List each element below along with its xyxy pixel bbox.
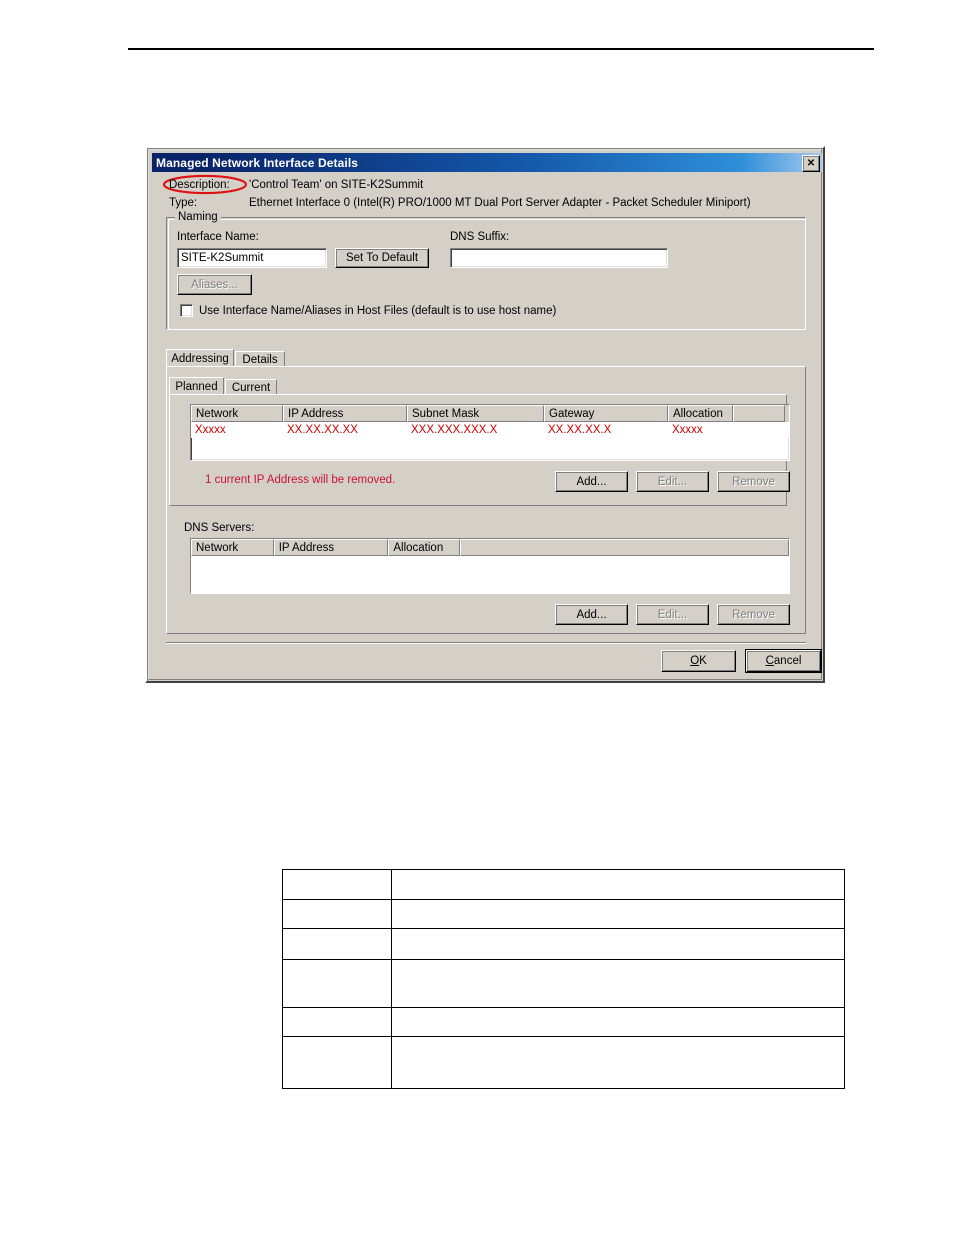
interface-name-label: Interface Name: <box>177 231 259 243</box>
aliases-button[interactable]: Aliases... <box>177 274 252 295</box>
inner-tabstrip: Planned Current <box>169 377 789 396</box>
document-table-body <box>282 869 845 1089</box>
dns-add-button[interactable]: Add... <box>555 604 628 625</box>
column-header-gateway[interactable]: Gateway <box>544 405 668 422</box>
cancel-rest: ancel <box>773 655 802 667</box>
dns-remove-button[interactable]: Remove <box>717 604 790 625</box>
cell-subnet-mask: XXX.XXX.XXX.X <box>411 424 498 436</box>
page-header-rule <box>128 48 874 50</box>
table-cell-label <box>282 928 392 960</box>
cancel-button-label: Cancel <box>766 655 802 667</box>
ip-removal-warning: 1 current IP Address will be removed. <box>205 474 396 486</box>
dns-listview-body <box>191 556 789 593</box>
use-interface-name-label: Use Interface Name/Aliases in Host Files… <box>199 304 557 317</box>
ok-button[interactable]: OK <box>661 650 736 672</box>
addressing-remove-button[interactable]: Remove <box>717 471 790 492</box>
document-table <box>282 869 845 1089</box>
table-cell-value <box>391 869 845 900</box>
set-to-default-button[interactable]: Set To Default <box>335 248 429 268</box>
dialog-titlebar[interactable]: Managed Network Interface Details ✕ <box>152 153 822 172</box>
table-cell-value <box>391 1007 845 1037</box>
naming-groupbox: Naming Interface Name: SITE-K2Summit Set… <box>166 211 806 330</box>
column-header-filler[interactable] <box>733 405 785 422</box>
table-row[interactable]: Xxxxx XX.XX.XX.XX XXX.XXX.XXX.X XX.XX.XX… <box>191 422 789 438</box>
dns-column-header-network[interactable]: Network <box>191 539 274 556</box>
table-cell-value <box>391 1036 845 1089</box>
outer-tabstrip: Addressing Details <box>166 349 806 368</box>
dns-column-header-ip-address[interactable]: IP Address <box>273 539 389 556</box>
type-label: Type: <box>169 197 198 209</box>
cancel-button[interactable]: Cancel <box>745 649 822 673</box>
column-header-network[interactable]: Network <box>191 405 283 422</box>
dns-servers-listview[interactable]: Network IP Address Allocation <box>190 538 790 594</box>
table-row <box>282 869 845 900</box>
dns-servers-label: DNS Servers: <box>184 522 255 534</box>
description-value: 'Control Team' on SITE-K2Summit <box>249 179 424 191</box>
addressing-listview-header: Network IP Address Subnet Mask Gateway A… <box>191 405 789 422</box>
table-row <box>282 899 845 929</box>
addressing-add-button[interactable]: Add... <box>555 471 628 492</box>
table-cell-label <box>282 1007 392 1037</box>
cell-allocation: Xxxxx <box>672 424 703 436</box>
table-cell-label <box>282 959 392 1008</box>
managed-network-interface-details-dialog: Managed Network Interface Details ✕ Desc… <box>145 146 825 683</box>
table-cell-value <box>391 899 845 929</box>
table-row <box>282 1036 845 1089</box>
dns-column-header-filler[interactable] <box>460 539 789 556</box>
dialog-client-area: Managed Network Interface Details ✕ Desc… <box>148 149 822 680</box>
cell-gateway: XX.XX.XX.X <box>548 424 612 436</box>
cancel-accesskey: C <box>765 655 774 667</box>
use-interface-name-checkbox[interactable] <box>180 304 193 317</box>
dns-edit-button[interactable]: Edit... <box>636 604 709 625</box>
addressing-edit-button[interactable]: Edit... <box>636 471 709 492</box>
dns-listview-header: Network IP Address Allocation <box>191 539 789 556</box>
ok-accesskey: O <box>690 655 700 667</box>
interface-name-input[interactable]: SITE-K2Summit <box>177 248 327 268</box>
description-label: Description: <box>169 179 230 191</box>
addressing-listview[interactable]: Network IP Address Subnet Mask Gateway A… <box>190 404 790 461</box>
footer-separator <box>166 642 806 644</box>
dns-suffix-label: DNS Suffix: <box>450 231 510 243</box>
column-header-ip-address[interactable]: IP Address <box>283 405 407 422</box>
use-interface-name-checkbox-row[interactable]: Use Interface Name/Aliases in Host Files… <box>180 304 556 317</box>
table-cell-label <box>282 869 392 900</box>
cell-network: Xxxxx <box>195 424 226 436</box>
dialog-title: Managed Network Interface Details <box>156 155 359 170</box>
table-cell-value <box>391 928 845 960</box>
table-cell-value <box>391 959 845 1008</box>
close-icon[interactable]: ✕ <box>802 155 820 172</box>
table-row <box>282 959 845 1008</box>
column-header-allocation[interactable]: Allocation <box>668 405 733 422</box>
addressing-listview-body: Xxxxx XX.XX.XX.XX XXX.XXX.XXX.X XX.XX.XX… <box>191 422 789 438</box>
type-value: Ethernet Interface 0 (Intel(R) PRO/1000 … <box>249 197 751 209</box>
dns-suffix-input[interactable] <box>450 248 668 268</box>
naming-groupbox-title: Naming <box>175 211 221 223</box>
ok-rest: K <box>699 655 707 667</box>
table-cell-label <box>282 1036 392 1089</box>
table-row <box>282 928 845 960</box>
cell-ip-address: XX.XX.XX.XX <box>287 424 358 436</box>
dns-column-header-allocation[interactable]: Allocation <box>388 539 461 556</box>
table-cell-label <box>282 899 392 929</box>
column-header-subnet-mask[interactable]: Subnet Mask <box>407 405 544 422</box>
table-row <box>282 1007 845 1037</box>
ok-button-label: OK <box>690 655 707 667</box>
